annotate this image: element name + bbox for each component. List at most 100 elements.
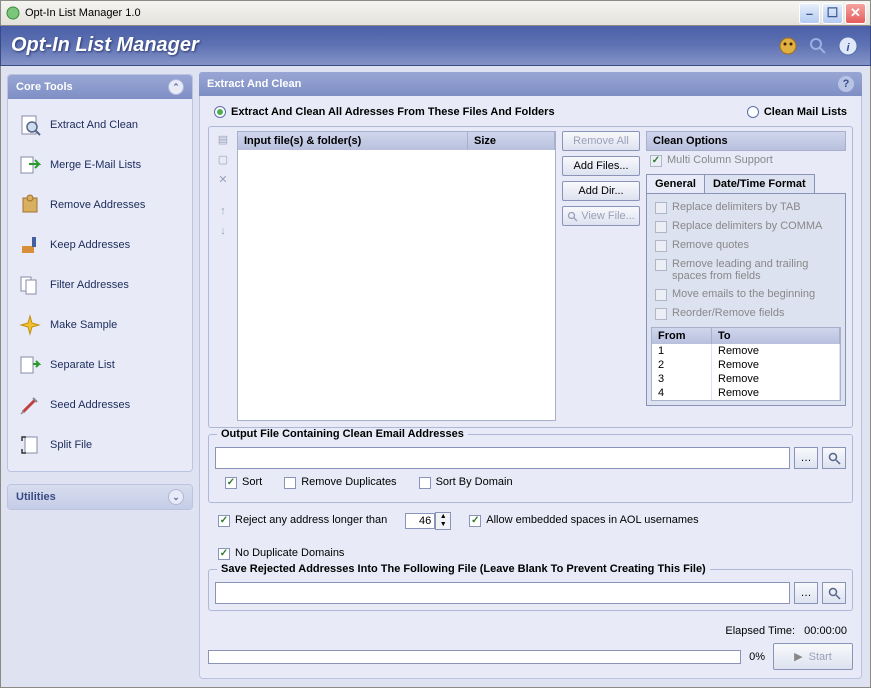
- tab-datetime[interactable]: Date/Time Format: [704, 174, 815, 193]
- sidebar-item-label: Extract And Clean: [50, 119, 138, 131]
- remove-all-button[interactable]: Remove All: [562, 131, 640, 151]
- utilities-panel: Utilities ⌄: [7, 484, 193, 510]
- add-dir-button[interactable]: Add Dir...: [562, 181, 640, 201]
- checkbox-icon: [650, 155, 662, 167]
- sidebar-item-extract-and-clean[interactable]: Extract And Clean: [12, 105, 188, 145]
- sidebar-item-filter[interactable]: Filter Addresses: [12, 265, 188, 305]
- tab-panel-general: Replace delimiters by TAB Replace delimi…: [646, 193, 846, 406]
- reorder-body[interactable]: 1Remove 2Remove 3Remove 4Remove: [652, 344, 840, 400]
- multi-column-check[interactable]: Multi Column Support: [646, 151, 846, 170]
- checkbox-icon: [655, 308, 667, 320]
- minimize-button[interactable]: –: [799, 3, 820, 24]
- spinner-buttons[interactable]: ▲▼: [435, 512, 451, 530]
- mode-radio-group: Extract And Clean All Adresses From Thes…: [208, 104, 853, 126]
- app-header: Opt-In List Manager i: [0, 26, 871, 66]
- rejected-file-input[interactable]: [215, 582, 790, 604]
- bug-icon[interactable]: [776, 34, 800, 58]
- move-up-icon[interactable]: ↑: [215, 203, 231, 219]
- checkbox-icon: [469, 515, 481, 527]
- col-size[interactable]: Size: [468, 132, 555, 150]
- allow-embedded-check[interactable]: Allow embedded spaces in AOL usernames: [465, 511, 702, 530]
- sidebar-item-label: Merge E-Mail Lists: [50, 159, 141, 171]
- sidebar-item-remove[interactable]: Remove Addresses: [12, 185, 188, 225]
- expand-icon[interactable]: ⌄: [168, 489, 184, 505]
- collapse-icon[interactable]: ⌃: [168, 79, 184, 95]
- sidebar-item-seed[interactable]: Seed Addresses: [12, 385, 188, 425]
- select-all-icon[interactable]: ▤: [215, 131, 231, 147]
- input-files-table[interactable]: Input file(s) & folder(s) Size: [237, 131, 556, 421]
- sort-check[interactable]: Sort: [221, 473, 266, 492]
- browse-button[interactable]: …: [794, 447, 818, 469]
- input-files-fieldset: ▤ ▢ ✕ ↑ ↓ Input file(s) & folder(s) Size: [208, 126, 853, 428]
- sidebar-item-label: Split File: [50, 439, 92, 451]
- delete-icon[interactable]: ✕: [215, 171, 231, 187]
- progress-percent: 0%: [749, 651, 765, 663]
- radio-checked-icon: [214, 106, 226, 118]
- progress-bar: [208, 650, 741, 664]
- sidebar-item-keep[interactable]: Keep Addresses: [12, 225, 188, 265]
- search-button[interactable]: [822, 447, 846, 469]
- file-buttons: Remove All Add Files... Add Dir... View …: [562, 131, 640, 421]
- radio-clean[interactable]: Clean Mail Lists: [747, 106, 847, 118]
- filter-icon: [18, 273, 42, 297]
- info-icon[interactable]: i: [836, 34, 860, 58]
- checkbox-icon: [218, 515, 230, 527]
- core-tools-panel: Core Tools ⌃ Extract And Clean Merge E-M…: [7, 74, 193, 472]
- view-file-button[interactable]: View File...: [562, 206, 640, 226]
- output-legend: Output File Containing Clean Email Addre…: [217, 428, 468, 440]
- search-icon[interactable]: [806, 34, 830, 58]
- split-icon: [18, 433, 42, 457]
- move-down-icon[interactable]: ↓: [215, 223, 231, 239]
- elapsed-value: 00:00:00: [804, 625, 847, 637]
- checkbox-icon: [655, 289, 667, 301]
- browse-rejected-button[interactable]: …: [794, 582, 818, 604]
- utilities-header[interactable]: Utilities ⌄: [8, 485, 192, 509]
- reject-length-input[interactable]: [405, 513, 435, 529]
- col-to[interactable]: To: [712, 328, 840, 344]
- sidebar-item-label: Seed Addresses: [50, 399, 130, 411]
- utilities-title: Utilities: [16, 491, 168, 503]
- content-title: Extract And Clean: [207, 78, 838, 90]
- clean-tabs: General Date/Time Format: [646, 174, 846, 193]
- opt-move-emails[interactable]: Move emails to the beginning: [651, 285, 841, 304]
- radio-extract[interactable]: Extract And Clean All Adresses From Thes…: [214, 106, 555, 118]
- magnifier-sheet-icon: [18, 113, 42, 137]
- core-tools-header[interactable]: Core Tools ⌃: [8, 75, 192, 99]
- start-button[interactable]: ▶ Start: [773, 643, 853, 670]
- col-from[interactable]: From: [652, 328, 712, 344]
- reject-longer-check[interactable]: Reject any address longer than: [214, 511, 391, 530]
- col-input-files[interactable]: Input file(s) & folder(s): [238, 132, 468, 150]
- deselect-icon[interactable]: ▢: [215, 151, 231, 167]
- no-dup-domains-check[interactable]: No Duplicate Domains: [214, 544, 348, 563]
- sidebar-item-sample[interactable]: Make Sample: [12, 305, 188, 345]
- remove-dup-check[interactable]: Remove Duplicates: [280, 473, 400, 492]
- radio-extract-label: Extract And Clean All Adresses From Thes…: [231, 106, 555, 118]
- titlebar: Opt-In List Manager 1.0 – ☐ ✕: [0, 0, 871, 26]
- sidebar-item-separate[interactable]: Separate List: [12, 345, 188, 385]
- opt-remove-quotes[interactable]: Remove quotes: [651, 236, 841, 255]
- opt-replace-tab[interactable]: Replace delimiters by TAB: [651, 198, 841, 217]
- help-icon[interactable]: ?: [838, 76, 854, 92]
- add-files-button[interactable]: Add Files...: [562, 156, 640, 176]
- reorder-table: From To 1Remove 2Remove 3Remove 4Remove: [651, 327, 841, 401]
- opt-trim-spaces[interactable]: Remove leading and trailing spaces from …: [651, 255, 841, 285]
- tab-general[interactable]: General: [646, 174, 705, 193]
- checkbox-icon: [655, 240, 667, 252]
- content-body: Extract And Clean All Adresses From Thes…: [199, 96, 862, 679]
- search-rejected-button[interactable]: [822, 582, 846, 604]
- sidebar-item-label: Remove Addresses: [50, 199, 145, 211]
- main-area: Core Tools ⌃ Extract And Clean Merge E-M…: [0, 66, 871, 688]
- sidebar: Core Tools ⌃ Extract And Clean Merge E-M…: [1, 66, 199, 687]
- close-button[interactable]: ✕: [845, 3, 866, 24]
- opt-replace-comma[interactable]: Replace delimiters by COMMA: [651, 217, 841, 236]
- opt-reorder-fields[interactable]: Reorder/Remove fields: [651, 304, 841, 323]
- app-title: Opt-In List Manager: [11, 34, 770, 57]
- elapsed-row: Elapsed Time: 00:00:00: [208, 623, 853, 639]
- sidebar-item-split[interactable]: Split File: [12, 425, 188, 465]
- sidebar-item-merge[interactable]: Merge E-Mail Lists: [12, 145, 188, 185]
- sort-domain-check[interactable]: Sort By Domain: [415, 473, 517, 492]
- options-row: Reject any address longer than ▲▼ Allow …: [208, 509, 853, 569]
- app-icon: [5, 5, 21, 21]
- maximize-button[interactable]: ☐: [822, 3, 843, 24]
- output-file-input[interactable]: [215, 447, 790, 469]
